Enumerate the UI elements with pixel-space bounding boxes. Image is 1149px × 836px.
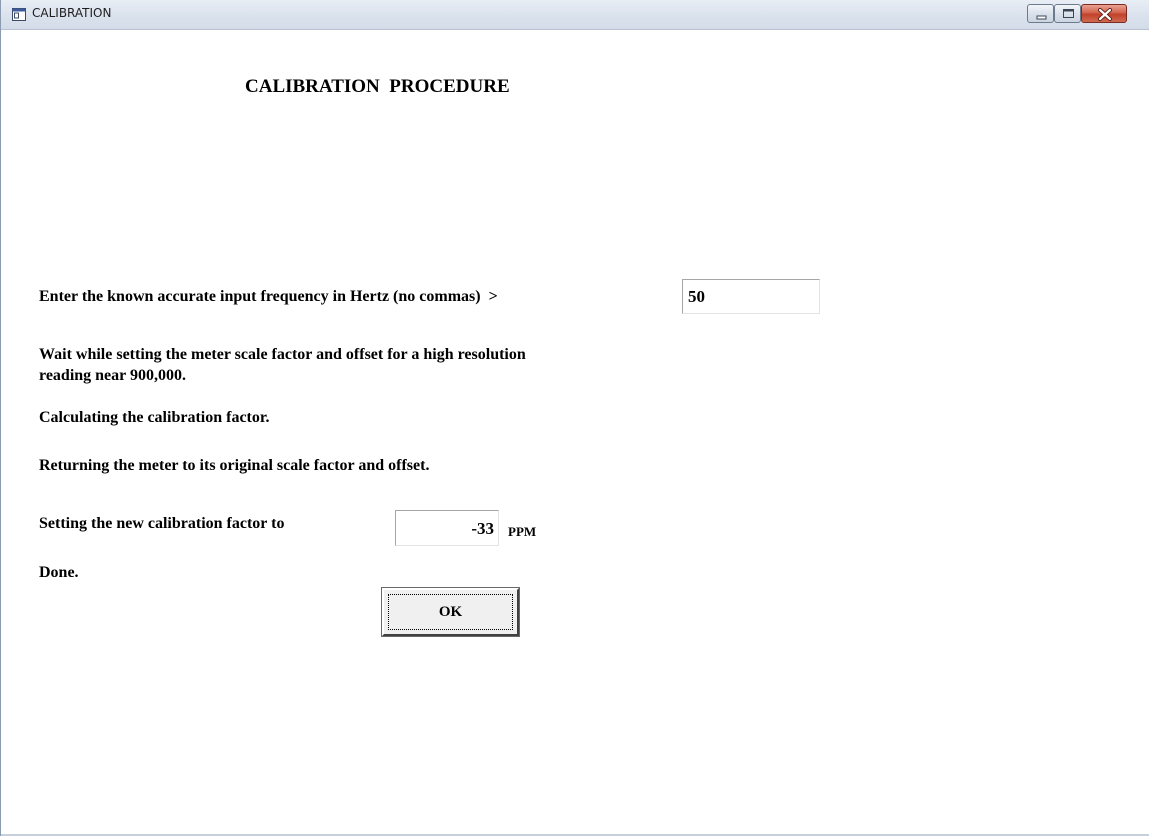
calibration-window: CALIBRATION CALIBRATION PROCEDURE Enter … xyxy=(0,0,1149,836)
setting-calibration-label: Setting the new calibration factor to xyxy=(39,515,285,532)
frequency-prompt-label: Enter the known accurate input frequency… xyxy=(39,288,498,305)
window-title: CALIBRATION xyxy=(32,6,112,20)
close-button[interactable] xyxy=(1081,4,1127,23)
done-message: Done. xyxy=(39,564,79,581)
ppm-unit-label: PPM xyxy=(508,524,537,539)
window-app-icon xyxy=(12,8,26,21)
maximize-button[interactable] xyxy=(1054,4,1081,23)
title-bar[interactable]: CALIBRATION xyxy=(1,0,1149,30)
wait-message-line2: reading near 900,000. xyxy=(39,367,186,384)
ok-button-label: OK xyxy=(438,604,463,620)
wait-message-line1: Wait while setting the meter scale facto… xyxy=(39,346,526,363)
close-icon xyxy=(1098,8,1112,21)
minimize-button[interactable] xyxy=(1027,4,1054,23)
calculating-message: Calculating the calibration factor. xyxy=(39,409,270,426)
frequency-input[interactable]: 50 xyxy=(682,279,820,314)
returning-message: Returning the meter to its original scal… xyxy=(39,457,430,474)
calibration-factor-field: -33 xyxy=(395,510,499,546)
procedure-heading: CALIBRATION PROCEDURE xyxy=(245,76,510,97)
ok-button[interactable]: OK xyxy=(381,587,520,637)
minimize-icon xyxy=(1036,15,1047,20)
maximize-icon xyxy=(1063,9,1074,18)
